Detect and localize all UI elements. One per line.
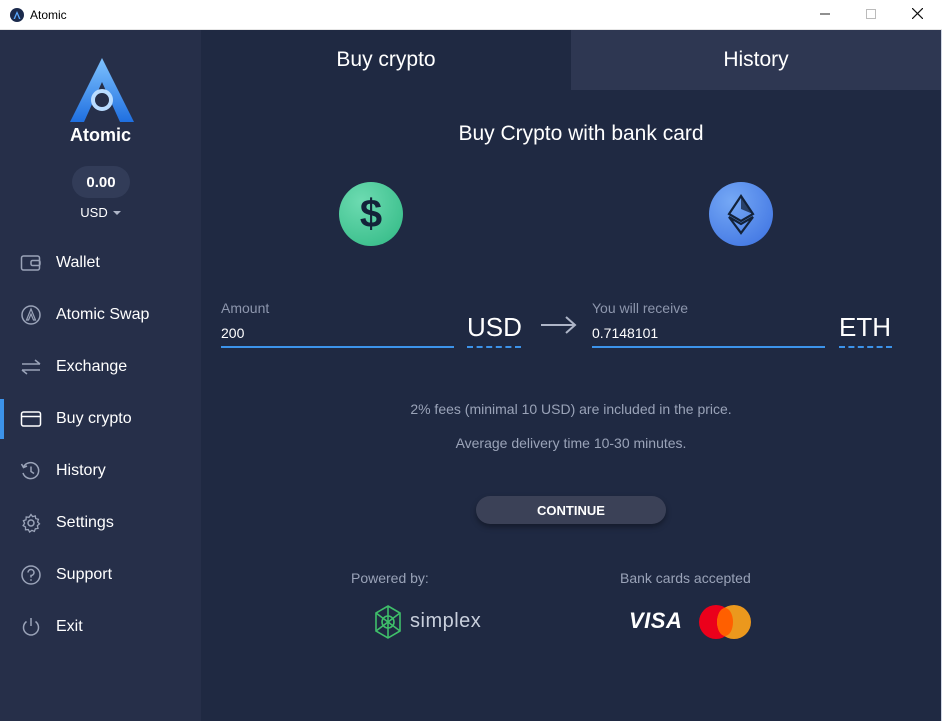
- maximize-button[interactable]: [848, 0, 894, 30]
- sidebar-item-label: Atomic Swap: [56, 306, 150, 323]
- delivery-note: Average delivery time 10-30 minutes.: [455, 435, 687, 451]
- sidebar-item-label: Support: [56, 566, 113, 583]
- sidebar-item-exchange[interactable]: Exchange: [0, 347, 201, 387]
- power-icon: [20, 617, 42, 637]
- sidebar-item-support[interactable]: Support: [0, 555, 201, 595]
- minimize-icon: [820, 6, 830, 24]
- atomic-app-icon: [10, 8, 24, 22]
- maximize-icon: [866, 6, 876, 24]
- tab-history[interactable]: History: [571, 30, 941, 90]
- continue-button[interactable]: CONTINUE: [476, 496, 666, 524]
- atomic-swap-icon: [20, 305, 42, 325]
- gear-icon: [20, 513, 42, 533]
- sidebar-item-history[interactable]: History: [0, 451, 201, 491]
- visa-logo: VISA: [629, 608, 683, 633]
- window-title: Atomic: [30, 8, 67, 22]
- sidebar: Atomic 0.00 USD Wallet Atomic Swap Excha…: [0, 30, 201, 721]
- tab-buy-crypto[interactable]: Buy crypto: [201, 30, 571, 90]
- close-button[interactable]: [894, 0, 940, 30]
- amount-label: Amount: [221, 300, 270, 316]
- receive-currency-selector[interactable]: ETH: [839, 312, 892, 348]
- sidebar-item-buy-crypto[interactable]: Buy crypto: [0, 399, 201, 439]
- arrow-right-icon: [540, 314, 578, 341]
- chevron-down-icon: [112, 211, 121, 215]
- mastercard-logo-icon: [699, 605, 751, 639]
- fees-note: 2% fees (minimal 10 USD) are included in…: [410, 401, 732, 417]
- tab-label: Buy crypto: [336, 48, 436, 71]
- title-bar: Atomic: [0, 0, 942, 30]
- sidebar-item-exit[interactable]: Exit: [0, 607, 201, 647]
- sidebar-item-label: Exit: [56, 618, 83, 635]
- currency-selector[interactable]: USD: [0, 205, 201, 220]
- sidebar-item-wallet[interactable]: Wallet: [0, 243, 201, 283]
- sidebar-item-label: Wallet: [56, 254, 100, 271]
- sidebar-item-atomic-swap[interactable]: Atomic Swap: [0, 295, 201, 335]
- currency-label: USD: [80, 205, 108, 220]
- simplex-wordmark: simplex: [410, 610, 482, 632]
- svg-text:$: $: [360, 192, 382, 236]
- dollar-coin-icon: $: [339, 182, 403, 246]
- amount-currency-selector[interactable]: USD: [467, 312, 522, 348]
- minimize-button[interactable]: [802, 0, 848, 30]
- simplex-logo-icon: [370, 604, 406, 645]
- balance-badge: 0.00: [72, 166, 130, 198]
- exchange-arrows-icon: [20, 357, 42, 377]
- sidebar-item-settings[interactable]: Settings: [0, 503, 201, 543]
- history-clock-icon: [20, 461, 42, 481]
- wallet-icon: [20, 253, 42, 273]
- receive-label: You will receive: [592, 300, 688, 316]
- sidebar-item-label: Exchange: [56, 358, 128, 375]
- powered-by-label: Powered by:: [351, 570, 429, 586]
- brand-name: Atomic: [69, 125, 131, 145]
- active-indicator: [0, 399, 4, 439]
- cards-accepted-label: Bank cards accepted: [620, 570, 751, 586]
- sidebar-item-label: Buy crypto: [56, 410, 132, 427]
- receive-input[interactable]: [592, 320, 825, 348]
- close-icon: [911, 6, 923, 24]
- question-circle-icon: [20, 565, 42, 585]
- amount-input[interactable]: [221, 320, 454, 348]
- ethereum-coin-icon: [709, 182, 773, 246]
- sidebar-item-label: History: [56, 462, 106, 479]
- atomic-logo-icon: [64, 56, 140, 126]
- card-icon: [20, 409, 42, 429]
- tab-label: History: [723, 48, 789, 71]
- page-title: Buy Crypto with bank card: [458, 122, 704, 145]
- sidebar-item-label: Settings: [56, 514, 114, 531]
- main-panel: Buy crypto History Buy Crypto with bank …: [201, 30, 941, 721]
